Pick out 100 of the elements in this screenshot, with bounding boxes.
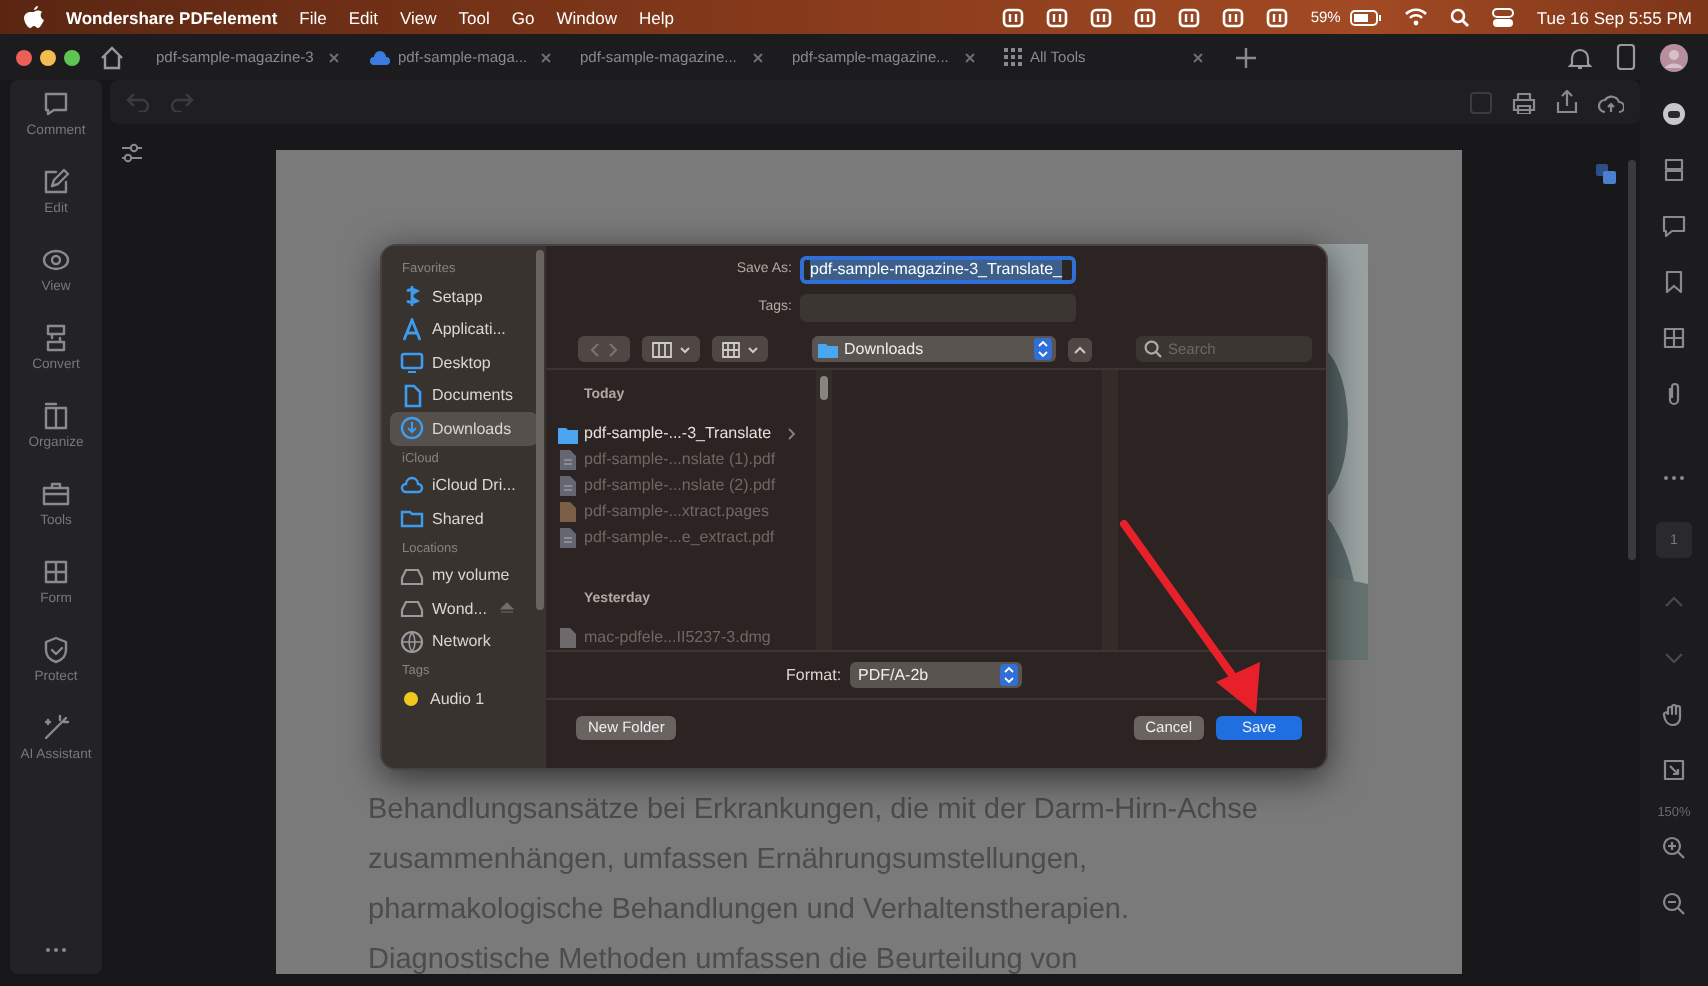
eye-icon: [42, 246, 70, 274]
more-icon[interactable]: [44, 946, 68, 954]
translate-icon[interactable]: [1596, 164, 1616, 184]
bookmark-icon[interactable]: [1662, 270, 1686, 294]
toolbox-icon: [42, 480, 70, 508]
eject-icon[interactable]: [500, 602, 515, 615]
tablet-icon[interactable]: [1616, 44, 1636, 70]
search-icon[interactable]: [1450, 7, 1471, 27]
sidebar-item[interactable]: Setapp: [390, 280, 538, 313]
file-icon: [558, 627, 578, 647]
filename-field[interactable]: pdf-sample-magazine-3_Translate_: [800, 255, 1076, 283]
status-icon[interactable]: [1178, 7, 1201, 27]
location-popup[interactable]: Downloads: [812, 336, 1056, 362]
scrollbar[interactable]: [536, 250, 544, 610]
fit-page-icon[interactable]: [1662, 758, 1686, 782]
menu-item[interactable]: Tool: [458, 7, 490, 27]
cloud-icon: [368, 49, 390, 65]
menu-item[interactable]: Edit: [348, 7, 379, 27]
more-icon[interactable]: [1662, 474, 1686, 482]
organize-icon: [42, 402, 70, 430]
control-center-icon[interactable]: [1492, 7, 1515, 27]
sidebar-item[interactable]: Downloads: [390, 412, 538, 445]
close-icon[interactable]: [964, 51, 976, 63]
close-icon[interactable]: [1192, 51, 1204, 63]
browser-entry[interactable]: pdf-sample-...-3_Translate: [558, 420, 816, 446]
hand-icon[interactable]: [1662, 702, 1686, 726]
cloud-upload-icon[interactable]: [1598, 91, 1624, 113]
globe-icon: [400, 629, 424, 654]
close-icon[interactable]: [540, 51, 552, 63]
sidebar-item[interactable]: Wond...: [390, 592, 538, 625]
sidebar-item[interactable]: Network: [390, 625, 538, 658]
menu-item[interactable]: Help: [638, 7, 674, 27]
sidebar-item[interactable]: Applicati...: [390, 313, 538, 346]
chat-bot-icon[interactable]: [1662, 102, 1686, 126]
clock[interactable]: Tue 16 Sep 5:55 PM: [1536, 7, 1692, 27]
sidebar-item[interactable]: Audio 1: [390, 682, 538, 715]
sidebar-item[interactable]: Shared: [390, 502, 538, 535]
folder-icon: [818, 341, 838, 357]
home-icon[interactable]: [100, 45, 124, 69]
battery-icon[interactable]: [1350, 9, 1383, 25]
format-popup[interactable]: PDF/A-2b: [850, 662, 1022, 688]
bell-icon[interactable]: [1568, 45, 1592, 69]
wifi-icon[interactable]: [1404, 8, 1429, 26]
apple-icon[interactable]: [24, 6, 44, 28]
menu-item[interactable]: Go: [511, 7, 535, 27]
wand-icon: [42, 714, 70, 742]
zoom-out-icon[interactable]: [1662, 892, 1686, 916]
sidebar-item[interactable]: my volume: [390, 559, 538, 592]
pencil-icon: [42, 168, 70, 196]
columns-icon: [652, 341, 672, 357]
comment-icon: [42, 90, 70, 118]
menu-item[interactable]: View: [400, 7, 437, 27]
collapse-button[interactable]: [1068, 337, 1092, 361]
status-icon[interactable]: [1134, 7, 1157, 27]
file-icon: [558, 449, 578, 469]
desktop-icon: [400, 350, 424, 375]
avatar-icon[interactable]: [1660, 43, 1688, 71]
printer-icon[interactable]: [1512, 91, 1536, 113]
comment-icon[interactable]: [1662, 214, 1686, 238]
column-view-button[interactable]: [642, 336, 700, 362]
menu-item[interactable]: Window: [556, 7, 617, 27]
menu-item[interactable]: File: [299, 7, 327, 27]
folder-icon: [558, 423, 578, 443]
sidebar-item[interactable]: Desktop: [390, 346, 538, 379]
status-icon[interactable]: [1090, 7, 1113, 27]
caret-icon: [748, 345, 758, 353]
scrollbar[interactable]: [820, 376, 828, 400]
sidebar-item[interactable]: Documents: [390, 379, 538, 412]
applications-icon: [400, 317, 424, 342]
status-icon[interactable]: [1222, 7, 1245, 27]
updown-icon: [1000, 664, 1018, 686]
close-icon[interactable]: [752, 51, 764, 63]
share-icon[interactable]: [1556, 90, 1578, 114]
zoom-window-button[interactable]: [64, 49, 80, 65]
chevron-right-icon: [787, 427, 796, 439]
group-view-button[interactable]: [712, 336, 768, 362]
status-icon[interactable]: [1266, 7, 1289, 27]
chevron-right-icon: [608, 341, 620, 357]
app-name[interactable]: Wondershare PDFelement: [66, 7, 278, 27]
file-icon: [558, 475, 578, 495]
minimize-window-button[interactable]: [40, 49, 56, 65]
status-icon[interactable]: [1046, 7, 1069, 27]
document-icon: [400, 383, 424, 408]
file-icon: [558, 527, 578, 547]
status-icon[interactable]: [1002, 7, 1025, 27]
close-icon[interactable]: [328, 51, 340, 63]
plus-icon[interactable]: [1236, 47, 1256, 67]
thumbnails-icon[interactable]: [1662, 326, 1686, 350]
close-window-button[interactable]: [16, 49, 32, 65]
shared-folder-icon: [400, 506, 424, 531]
grid-icon: [1004, 48, 1022, 66]
sidebar-item[interactable]: iCloud Dri...: [390, 469, 538, 502]
layout-icon[interactable]: [1662, 158, 1686, 182]
file-icon: [558, 501, 578, 521]
updown-icon: [1034, 338, 1052, 360]
shield-icon: [42, 636, 70, 664]
scrollbar[interactable]: [1628, 160, 1636, 560]
sliders-icon[interactable]: [120, 142, 144, 164]
back-forward-control[interactable]: [578, 336, 630, 362]
zoom-in-icon[interactable]: [1662, 836, 1686, 860]
